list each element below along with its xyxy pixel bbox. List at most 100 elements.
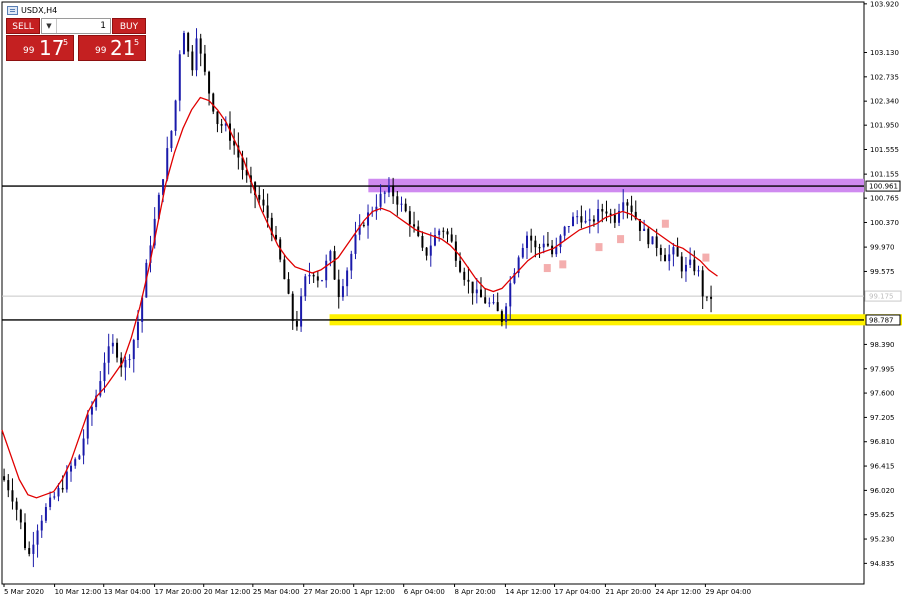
sell-button[interactable]: SELL (6, 18, 40, 34)
x-tick-label: 17 Apr 04:00 (555, 588, 601, 596)
candle-bull (567, 226, 570, 228)
x-tick-label: 20 Mar 12:00 (204, 588, 251, 596)
candle-bull (128, 359, 131, 361)
x-tick-label: 24 Apr 12:00 (655, 588, 701, 596)
y-tick-label: 96.415 (870, 463, 895, 471)
candle-bear (191, 51, 194, 71)
candle-bull (379, 193, 382, 207)
lot-size-field[interactable]: ▼ (41, 18, 111, 34)
candle-bull (174, 100, 177, 131)
candle-bear (15, 501, 18, 510)
candle-bear (312, 274, 315, 277)
price-chart[interactable]: 103.920 103.130 102.735 102.340 101.950 101.5… (0, 0, 902, 602)
candle-bear (601, 209, 604, 212)
y-tick-label: 102.735 (870, 73, 899, 81)
candle-bear (333, 251, 336, 280)
candle-bear (613, 214, 616, 223)
candle-bear (337, 279, 340, 298)
candle-bear (659, 247, 662, 255)
candle-bull (542, 243, 545, 248)
candle-bull (672, 247, 675, 255)
candle-bull (74, 459, 77, 466)
y-tick-label: 97.600 (870, 390, 895, 398)
candle-bear (220, 124, 223, 126)
sell-price-button[interactable]: 99 17 5 (6, 35, 74, 61)
candle-bull (400, 203, 403, 205)
y-tick-label: 97.995 (870, 365, 895, 373)
fractal-marker (661, 219, 669, 228)
candle-bull (124, 359, 127, 368)
candle-bear (459, 260, 462, 272)
x-tick-label: 14 Apr 12:00 (505, 588, 551, 596)
fractal-marker (702, 253, 710, 262)
x-tick-label: 27 Mar 20:00 (304, 588, 351, 596)
candle-bull (40, 520, 43, 531)
candle-bear (7, 480, 10, 491)
candle-bear (421, 235, 424, 248)
x-tick-label: 10 Mar 12:00 (55, 588, 102, 596)
candle-bull (597, 209, 600, 222)
chevron-down-icon[interactable]: ▼ (42, 19, 57, 33)
y-tick-label: 95.230 (870, 536, 895, 544)
horizontal-line-label: 98.787 (869, 316, 894, 324)
candle-bear (605, 211, 608, 214)
candle-bear (392, 185, 395, 197)
candle-bear (216, 111, 219, 125)
candle-bull (36, 530, 39, 545)
candle-bull (57, 487, 60, 497)
buy-price-prefix: 99 (95, 46, 107, 56)
x-tick-label: 6 Apr 04:00 (404, 588, 445, 596)
plot-area[interactable] (1, 1, 865, 585)
candle-bull (90, 407, 93, 415)
candle-bear (316, 276, 319, 281)
y-tick-label: 99.970 (870, 244, 895, 252)
candle-bull (107, 346, 110, 363)
candle-bull (70, 465, 73, 472)
lot-size-input[interactable] (58, 19, 106, 33)
fractal-marker (595, 243, 603, 252)
x-tick-label: 25 Mar 04:00 (253, 588, 300, 596)
candle-bull (354, 234, 357, 254)
sell-price-pip: 5 (63, 38, 69, 47)
one-click-trading-panel: SELL ▼ BUY 99 17 5 99 21 5 (6, 18, 146, 61)
candle-bull (383, 192, 386, 194)
candle-bull (668, 254, 671, 262)
chart-window[interactable]: 103.920 103.130 102.735 102.340 101.950 101.5… (0, 0, 902, 602)
candle-bull (321, 280, 324, 282)
candle-bear (61, 487, 64, 490)
candle-bear (609, 213, 612, 215)
x-tick-label: 8 Apr 20:00 (455, 588, 496, 596)
candle-bear (19, 509, 22, 523)
candle-bear (705, 296, 708, 298)
candle-bull (346, 270, 349, 287)
candle-bear (404, 203, 407, 212)
candle-bear (425, 247, 428, 256)
candle-bull (308, 274, 311, 277)
candle-bull (559, 235, 562, 248)
candle-bear (283, 259, 286, 280)
buy-button[interactable]: BUY (112, 18, 146, 34)
candle-bull (584, 220, 587, 223)
candle-bear (496, 302, 499, 312)
candle-bear (534, 240, 537, 248)
candle-bear (701, 270, 704, 297)
y-tick-label: 95.625 (870, 511, 895, 519)
candle-bull (132, 340, 135, 360)
y-tick-label: 103.130 (870, 49, 899, 57)
chart-window-icon (7, 5, 18, 15)
candle-bear (530, 235, 533, 241)
x-tick-label: 21 Apr 20:00 (605, 588, 651, 596)
candle-bull (684, 264, 687, 272)
candle-bear (592, 219, 595, 222)
buy-price-button[interactable]: 99 21 5 (78, 35, 146, 61)
fractal-marker (543, 264, 551, 273)
candle-bear (362, 225, 365, 227)
candle-bull (521, 247, 524, 258)
candle-bull (438, 230, 441, 236)
y-tick-label: 98.390 (870, 341, 895, 349)
candle-bear (266, 205, 269, 218)
candle-bull (387, 185, 390, 193)
candle-bear (187, 33, 190, 52)
candle-bear (116, 342, 119, 358)
candle-bear (450, 234, 453, 242)
